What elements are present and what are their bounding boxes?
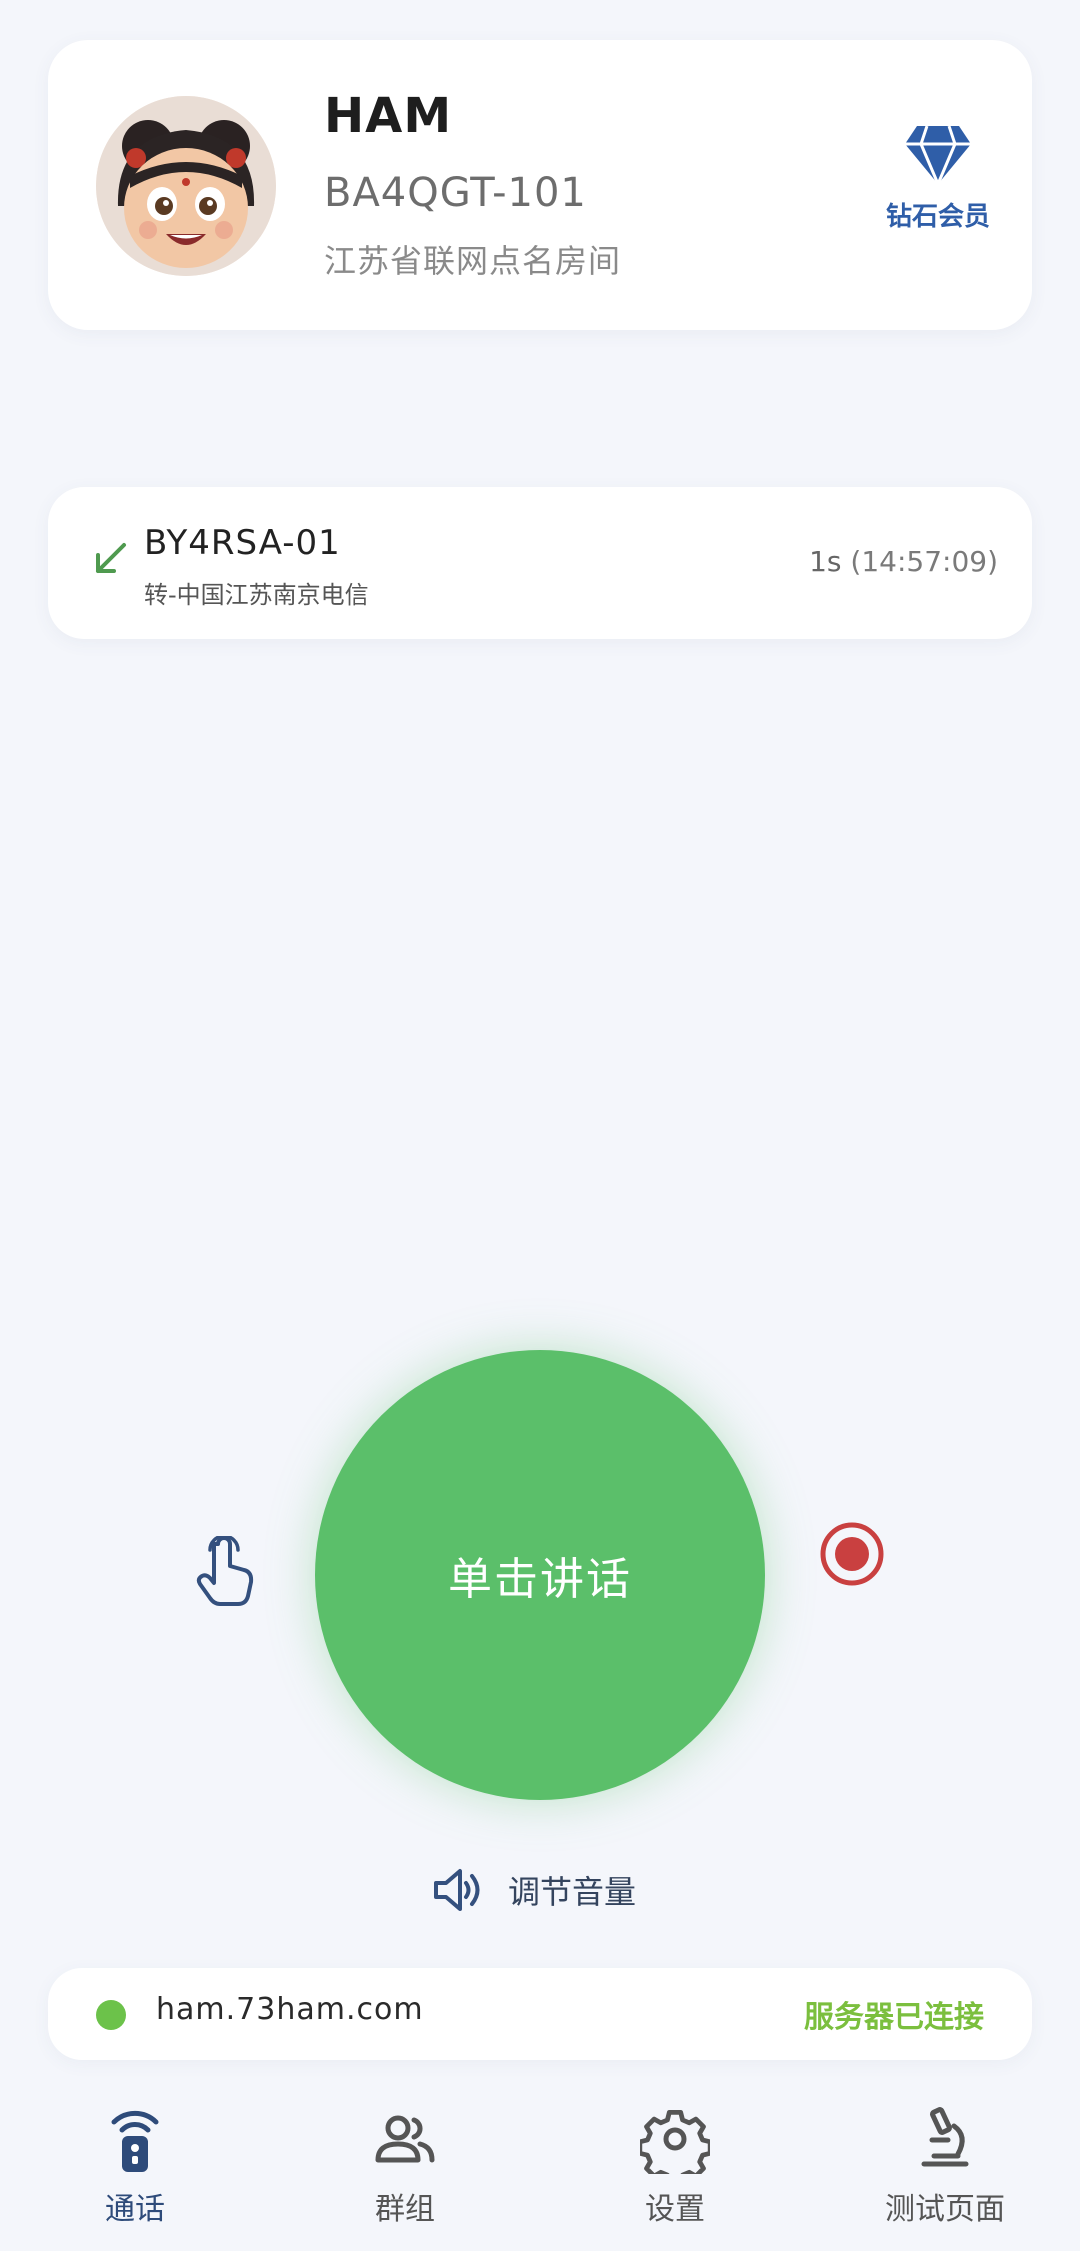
app-screen: HAM BA4QGT-101 江苏省联网点名房间 钻石会员 BY4RSA-01 …: [0, 0, 1080, 2251]
diamond-icon: [905, 125, 971, 186]
volume-label: 调节音量: [508, 1873, 637, 1911]
call-duration: 1s: [809, 545, 842, 578]
record-icon[interactable]: [818, 1520, 886, 1588]
server-status: 服务器已连接: [804, 2000, 984, 2035]
server-status-bar[interactable]: ham.73ham.com 服务器已连接: [48, 1968, 1032, 2060]
gear-icon: [640, 2110, 710, 2174]
nav-item-call[interactable]: 通话: [35, 2104, 235, 2244]
nav-item-test[interactable]: 测试页面: [845, 2104, 1045, 2244]
radio-icon: [111, 2110, 159, 2172]
connection-dot: [96, 2000, 126, 2030]
call-callsign: BY4RSA-01: [144, 523, 341, 563]
avatar[interactable]: [96, 96, 276, 276]
member-label: 钻石会员: [885, 202, 990, 232]
microscope-icon: [921, 2107, 969, 2167]
nav-item-settings[interactable]: 设置: [575, 2104, 775, 2244]
member-badge[interactable]: 钻石会员: [848, 124, 1028, 284]
ptt-label: 单击讲话: [448, 1554, 632, 1605]
nav-label: 设置: [645, 2192, 705, 2227]
nav-label: 测试页面: [885, 2192, 1005, 2227]
profile-card[interactable]: HAM BA4QGT-101 江苏省联网点名房间 钻石会员: [48, 40, 1032, 330]
speaker-icon: [434, 1869, 480, 1911]
nav-label: 群组: [375, 2192, 435, 2227]
call-timestamp: (14:57:09): [850, 545, 998, 578]
touch-hand-icon[interactable]: [196, 1536, 260, 1608]
profile-callsign: BA4QGT-101: [324, 170, 587, 216]
push-to-talk-button[interactable]: 单击讲话: [315, 1350, 765, 1800]
call-record[interactable]: BY4RSA-01 转-中国江苏南京电信 1s (14:57:09): [48, 487, 1032, 639]
volume-control[interactable]: 调节音量: [430, 1860, 636, 1920]
call-time: 1s (14:57:09): [809, 545, 998, 578]
nav-label: 通话: [105, 2192, 165, 2227]
profile-room: 江苏省联网点名房间: [324, 242, 622, 280]
server-host: ham.73ham.com: [156, 1992, 424, 2027]
people-icon: [375, 2115, 435, 2163]
bottom-nav: 通话 群组 设置 测试页面: [0, 2088, 1080, 2251]
nav-item-groups[interactable]: 群组: [305, 2104, 505, 2244]
incoming-arrow-icon: [96, 543, 126, 573]
profile-name: HAM: [324, 88, 453, 144]
call-location: 转-中国江苏南京电信: [144, 581, 369, 609]
